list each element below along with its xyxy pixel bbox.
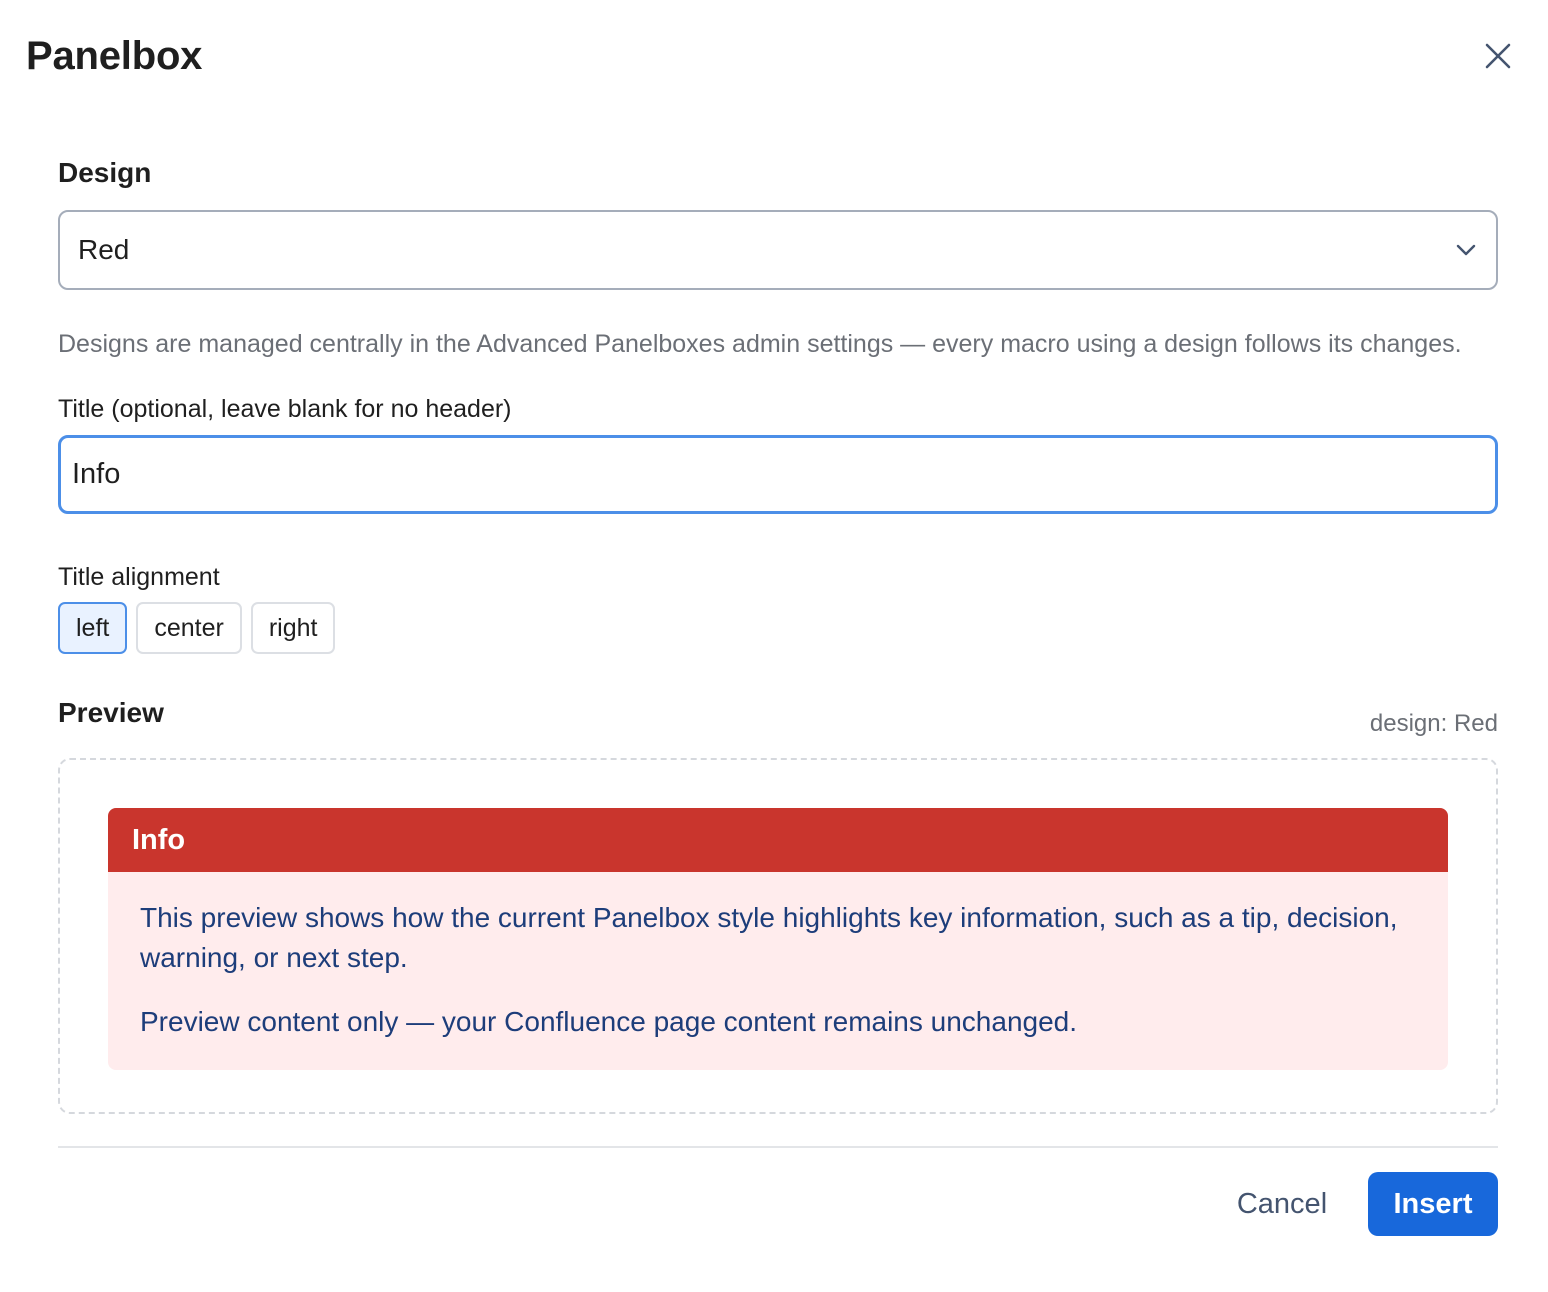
align-center-button[interactable]: center <box>136 602 242 654</box>
align-left-button[interactable]: left <box>58 602 128 654</box>
close-icon[interactable] <box>1485 43 1511 74</box>
panelbox-dialog: Panelbox Design Red Designs are managed … <box>0 0 1548 1292</box>
panelbox-header: Info <box>108 808 1448 872</box>
panelbox-preview: Info This preview shows how the current … <box>108 808 1448 1070</box>
cancel-button[interactable]: Cancel <box>1214 1172 1350 1236</box>
title-input[interactable] <box>58 435 1498 514</box>
align-right-button[interactable]: right <box>250 602 336 654</box>
title-alignment-group: left center right <box>58 602 336 654</box>
preview-label: Preview <box>58 697 164 728</box>
preview-frame: Info This preview shows how the current … <box>58 758 1498 1114</box>
preview-design-meta: design: Red <box>1369 710 1498 737</box>
close-button[interactable] <box>1476 38 1520 78</box>
chevron-down-icon <box>1454 238 1478 262</box>
title-alignment-label: Title alignment <box>58 563 220 591</box>
panelbox-paragraph: Preview content only — your Confluence p… <box>140 1006 1078 1037</box>
panelbox-paragraph: This preview shows how the current Panel… <box>140 902 1398 973</box>
design-label: Design <box>58 157 152 188</box>
footer-divider <box>58 1146 1498 1148</box>
insert-button[interactable]: Insert <box>1368 1172 1498 1236</box>
design-select-value: Red <box>78 234 130 265</box>
panelbox-body: This preview shows how the current Panel… <box>108 872 1448 1070</box>
design-select[interactable]: Red <box>58 210 1498 290</box>
title-field-label: Title (optional, leave blank for no head… <box>58 395 512 423</box>
dialog-title: Panelbox <box>26 34 203 78</box>
design-helper-text: Designs are managed centrally in the Adv… <box>58 330 1462 358</box>
